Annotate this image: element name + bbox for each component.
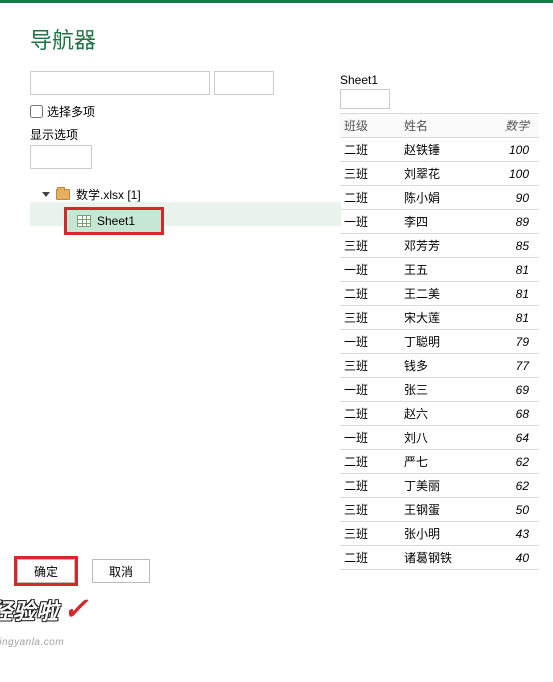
cell-name: 张小明	[400, 522, 470, 546]
cell-class: 三班	[340, 522, 400, 546]
cell-score: 64	[470, 426, 539, 450]
table-row[interactable]: 一班李四89	[340, 210, 539, 234]
table-row[interactable]: 三班宋大莲81	[340, 306, 539, 330]
navigator-tree: 数学.xlsx [1] Sheet1	[30, 183, 340, 235]
cell-class: 二班	[340, 186, 400, 210]
search-button[interactable]	[214, 71, 274, 95]
tree-sheet-highlight: Sheet1	[64, 207, 164, 235]
display-options-dropdown[interactable]	[30, 145, 92, 169]
cell-name: 丁美丽	[400, 474, 470, 498]
cell-class: 二班	[340, 450, 400, 474]
worksheet-icon	[77, 215, 91, 227]
cell-score: 81	[470, 306, 539, 330]
cell-score: 90	[470, 186, 539, 210]
cell-class: 一班	[340, 330, 400, 354]
tree-root-item[interactable]: 数学.xlsx [1]	[30, 183, 340, 205]
cell-class: 一班	[340, 426, 400, 450]
display-options-label: 显示选项	[30, 126, 340, 143]
cell-score: 68	[470, 402, 539, 426]
cell-class: 三班	[340, 354, 400, 378]
cell-class: 一班	[340, 378, 400, 402]
cell-name: 王二美	[400, 282, 470, 306]
cell-name: 李四	[400, 210, 470, 234]
table-row[interactable]: 二班严七62	[340, 450, 539, 474]
check-icon: ✓	[63, 592, 89, 627]
table-row[interactable]: 二班丁美丽62	[340, 474, 539, 498]
cell-class: 三班	[340, 234, 400, 258]
watermark: 经验啦 ✓	[0, 592, 543, 627]
cell-score: 100	[470, 138, 539, 162]
ok-button[interactable]: 确定	[17, 559, 75, 583]
cell-class: 二班	[340, 138, 400, 162]
cell-name: 宋大莲	[400, 306, 470, 330]
table-row[interactable]: 三班邓芳芳85	[340, 234, 539, 258]
cell-class: 二班	[340, 282, 400, 306]
cell-name: 刘八	[400, 426, 470, 450]
col-header-name[interactable]: 姓名	[400, 114, 470, 138]
cell-score: 81	[470, 258, 539, 282]
cell-score: 89	[470, 210, 539, 234]
cancel-button[interactable]: 取消	[92, 559, 150, 583]
table-row[interactable]: 二班王二美81	[340, 282, 539, 306]
table-row[interactable]: 二班赵铁锤100	[340, 138, 539, 162]
preview-title: Sheet1	[340, 73, 539, 87]
multi-select-checkbox-input[interactable]	[30, 105, 43, 118]
cell-score: 50	[470, 498, 539, 522]
cell-name: 王五	[400, 258, 470, 282]
multi-select-checkbox[interactable]: 选择多项	[30, 103, 340, 120]
table-row[interactable]: 二班赵六68	[340, 402, 539, 426]
cell-class: 三班	[340, 306, 400, 330]
table-row[interactable]: 三班钱多77	[340, 354, 539, 378]
cell-class: 三班	[340, 498, 400, 522]
cell-score: 85	[470, 234, 539, 258]
folder-icon	[56, 189, 70, 200]
cell-class: 二班	[340, 474, 400, 498]
cell-score: 79	[470, 330, 539, 354]
cell-name: 张三	[400, 378, 470, 402]
cell-name: 赵铁锤	[400, 138, 470, 162]
table-row[interactable]: 一班丁聪明79	[340, 330, 539, 354]
dialog-title: 导航器	[0, 3, 553, 71]
table-row[interactable]: 一班王五81	[340, 258, 539, 282]
table-row[interactable]: 三班王钢蛋50	[340, 498, 539, 522]
cell-name: 陈小娟	[400, 186, 470, 210]
table-row[interactable]: 二班陈小娟90	[340, 186, 539, 210]
cell-score: 77	[470, 354, 539, 378]
caret-down-icon[interactable]	[42, 192, 50, 197]
tree-sheet-label: Sheet1	[97, 214, 135, 228]
ok-button-highlight: 确定	[14, 556, 78, 586]
search-input[interactable]	[30, 71, 210, 95]
cell-class: 三班	[340, 162, 400, 186]
table-row[interactable]: 一班刘八64	[340, 426, 539, 450]
cell-name: 严七	[400, 450, 470, 474]
cell-class: 二班	[340, 402, 400, 426]
cell-name: 邓芳芳	[400, 234, 470, 258]
cell-class: 一班	[340, 210, 400, 234]
cell-score: 62	[470, 474, 539, 498]
table-row[interactable]: 一班张三69	[340, 378, 539, 402]
cell-name: 王钢蛋	[400, 498, 470, 522]
cell-class: 一班	[340, 258, 400, 282]
cell-score: 81	[470, 282, 539, 306]
cell-score: 100	[470, 162, 539, 186]
col-header-class[interactable]: 班级	[340, 114, 400, 138]
col-header-score[interactable]: 数学	[470, 114, 539, 138]
table-header-row: 班级 姓名 数学	[340, 114, 539, 138]
cell-score: 62	[470, 450, 539, 474]
preview-options-dropdown[interactable]	[340, 89, 390, 109]
cell-name: 钱多	[400, 354, 470, 378]
tree-root-label: 数学.xlsx [1]	[76, 186, 141, 203]
multi-select-label: 选择多项	[47, 103, 95, 120]
cell-name: 赵六	[400, 402, 470, 426]
tree-sheet-item[interactable]: Sheet1	[67, 210, 161, 232]
table-row[interactable]: 三班张小明43	[340, 522, 539, 546]
cell-name: 丁聪明	[400, 330, 470, 354]
table-row[interactable]: 三班刘翠花100	[340, 162, 539, 186]
cell-name: 刘翠花	[400, 162, 470, 186]
preview-table: 班级 姓名 数学 二班赵铁锤100三班刘翠花100二班陈小娟90一班李四89三班…	[340, 113, 539, 570]
cell-score: 43	[470, 522, 539, 546]
watermark-sub: 头jingyanla.com	[0, 633, 539, 648]
cell-score: 69	[470, 378, 539, 402]
